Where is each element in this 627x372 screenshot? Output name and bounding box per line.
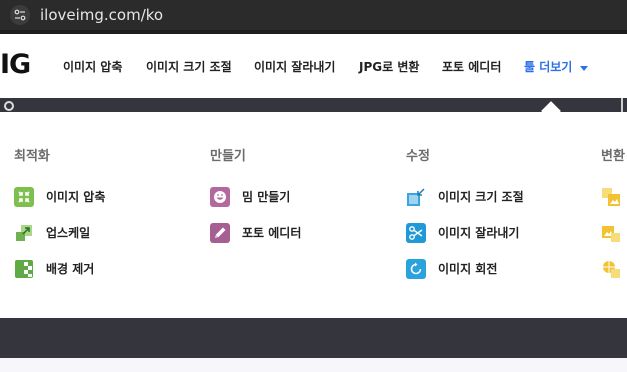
menu-item-label: 포토 에디터 xyxy=(242,226,302,240)
nav-compress-image[interactable]: 이미지 압축 xyxy=(63,59,122,75)
column-title-create: 만들기 xyxy=(210,149,246,164)
pencil-icon xyxy=(210,223,230,243)
nav-resize-image[interactable]: 이미지 크기 조절 xyxy=(146,59,232,75)
nav-more-tools[interactable]: 툴 더보기 xyxy=(524,59,572,75)
menu-item-label: 이미지 잘라내기 xyxy=(438,226,520,240)
menu-item-label: 업스케일 xyxy=(46,226,91,240)
meme-icon xyxy=(210,187,230,207)
more-tools-dropdown: 최적화 이미지 압축 업스케일 배경 제거 만들기 밈 만들기 포토 에디터 수… xyxy=(0,112,627,318)
nav-photo-editor[interactable]: 포토 에디터 xyxy=(442,59,501,75)
nav-convert-to-jpg[interactable]: JPG로 변환 xyxy=(359,59,419,75)
convert-from-jpg-icon xyxy=(601,223,621,243)
nav-crop-image[interactable]: 이미지 잘라내기 xyxy=(254,59,335,75)
menu-item-convert-to-jpg[interactable] xyxy=(601,187,627,207)
page-bottom-strip xyxy=(0,358,627,372)
browser-toolbar: iloveimg.com/ko xyxy=(0,0,627,34)
rotate-icon xyxy=(406,259,426,279)
site-logo[interactable]: IG xyxy=(0,47,31,83)
menu-item-label: 배경 제거 xyxy=(46,262,95,276)
resize-icon xyxy=(406,187,426,207)
column-title-edit: 수정 xyxy=(406,149,430,164)
column-title-optimize: 최적화 xyxy=(14,149,50,164)
site-header: IG 이미지 압축 이미지 크기 조절 이미지 잘라내기 JPG로 변환 포토 … xyxy=(0,34,627,98)
menu-item-label: 밈 만들기 xyxy=(242,190,291,204)
convert-to-jpg-icon xyxy=(601,187,621,207)
chevron-down-icon[interactable] xyxy=(580,66,588,71)
menu-item-html-to-image[interactable] xyxy=(601,259,627,279)
upscale-icon xyxy=(14,223,34,243)
html-to-image-icon xyxy=(601,259,621,279)
url-text[interactable]: iloveimg.com/ko xyxy=(40,5,163,25)
crop-icon xyxy=(406,223,426,243)
compress-icon xyxy=(14,187,34,207)
column-title-convert: 변환 xyxy=(601,149,625,164)
site-settings-icon[interactable] xyxy=(10,5,30,25)
remove-background-icon xyxy=(14,259,34,279)
page: iloveimg.com/ko IG 이미지 압축 이미지 크기 조절 이미지 … xyxy=(0,0,627,372)
address-bar[interactable]: iloveimg.com/ko xyxy=(0,0,627,30)
decorative-circle xyxy=(4,101,14,111)
menu-item-label: 이미지 크기 조절 xyxy=(438,190,524,204)
menu-item-convert-from-jpg[interactable] xyxy=(601,223,627,243)
menu-item-label: 이미지 압축 xyxy=(46,190,106,204)
menu-item-label: 이미지 회전 xyxy=(438,262,498,276)
